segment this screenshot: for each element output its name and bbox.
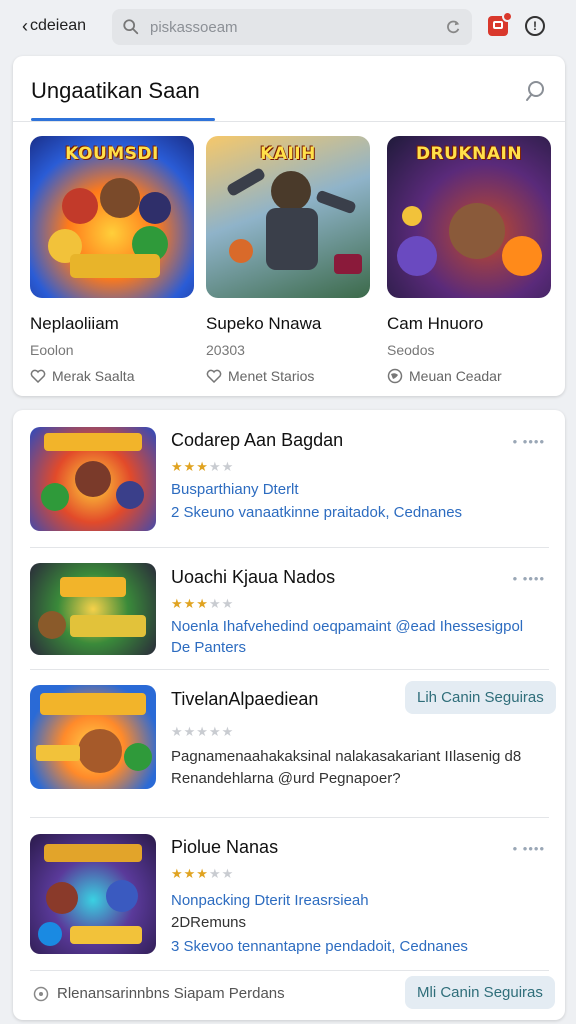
rating-stars: ★★★★★ — [171, 724, 235, 739]
back-label: cdeiean — [30, 17, 87, 34]
item-meta: Merak Saalta — [30, 368, 194, 384]
game-description: 3 Skevoo tennantapne pendadoit, Cednanes — [171, 938, 468, 955]
game-title: Piolue Nanas — [171, 837, 279, 857]
rating-stars: ★★★★★ — [171, 866, 235, 881]
game-info: 2DRemuns — [171, 914, 247, 931]
search-icon — [123, 19, 139, 35]
heart-icon — [30, 369, 46, 383]
game-developer: Busparthiany Dterlt — [171, 481, 299, 498]
game-thumbnail — [30, 834, 156, 954]
divider — [30, 547, 549, 548]
game-description: 2 Skeuno vanaatkinne praitadok, Cednanes — [171, 504, 463, 521]
featured-item[interactable]: KAIIH Supeko Nnawa 20303 Menet Starios — [206, 136, 370, 384]
item-meta: Meuan Ceadar — [387, 368, 551, 384]
meta-label: Merak Saalta — [52, 368, 135, 384]
featured-title: Ungaatikan Saan — [31, 78, 200, 103]
divider — [13, 121, 565, 122]
meta-label: Menet Starios — [228, 368, 315, 384]
game-list: Codarep Aan Bagdan ★★★★★ Busparthiany Dt… — [13, 410, 565, 1020]
search-icon[interactable] — [523, 78, 549, 104]
notification-icon[interactable] — [488, 11, 513, 36]
info-icon[interactable]: ! — [525, 16, 545, 36]
item-subtitle: Seodos — [387, 342, 435, 358]
art-label: KOUMSDI — [65, 144, 159, 164]
mail-icon — [493, 21, 503, 29]
game-artwork: KAIIH — [206, 136, 370, 298]
item-name: Neplaoliiam — [30, 314, 119, 333]
more-icon[interactable]: • •••• — [513, 434, 545, 449]
globe-icon — [387, 368, 403, 384]
search-placeholder: piskassoeam — [150, 18, 238, 36]
game-artwork: DRUKNAIN — [387, 136, 551, 298]
location-icon — [33, 986, 49, 1001]
search-input[interactable]: piskassoeam — [112, 9, 472, 45]
refresh-icon[interactable] — [444, 18, 462, 36]
game-thumbnail — [30, 427, 156, 531]
featured-card: Ungaatikan Saan KOUMSDI Neplaoliiam Eool… — [13, 56, 565, 396]
game-thumbnail — [30, 685, 156, 789]
item-subtitle: 20303 — [206, 342, 245, 358]
item-subtitle: Eoolon — [30, 342, 74, 358]
game-title: Uoachi Kjaua Nados — [171, 567, 336, 587]
meta-label: Meuan Ceadar — [409, 368, 502, 384]
notification-badge — [502, 11, 513, 22]
rating-stars: ★★★★★ — [171, 459, 235, 474]
game-developer: Renandehlarna @urd Pegnapoer? — [171, 770, 401, 787]
heart-icon — [206, 369, 222, 383]
item-name: Supeko Nnawa — [206, 314, 322, 333]
more-icon[interactable]: • •••• — [513, 841, 545, 856]
footer-info: Rlenansarinnbns Siapam Perdans — [33, 985, 285, 1002]
chevron-left-icon: ‹ — [22, 16, 28, 36]
game-description: Noenla Ihafvehedind oeqpamaint @ead Ihes… — [171, 618, 524, 635]
game-thumbnail — [30, 563, 156, 655]
game-title: Codarep Aan Bagdan — [171, 430, 344, 450]
game-description: Pagnamenaahakaksinal nalakasakariant IIl… — [171, 748, 522, 765]
game-developer: De Panters — [171, 639, 247, 656]
divider — [30, 817, 549, 818]
item-meta: Menet Starios — [206, 368, 370, 384]
follow-button[interactable]: Lih Canin Seguiras — [405, 681, 556, 714]
divider — [30, 970, 549, 971]
item-name: Cam Hnuoro — [387, 314, 484, 333]
game-artwork: KOUMSDI — [30, 136, 194, 298]
footer-text: Rlenansarinnbns Siapam Perdans — [57, 985, 285, 1002]
game-developer: Nonpacking Dterit Ireasrsieah — [171, 892, 369, 909]
rating-stars: ★★★★★ — [171, 596, 235, 611]
art-label: DRUKNAIN — [415, 144, 523, 164]
featured-item[interactable]: KOUMSDI Neplaoliiam Eoolon Merak Saalta — [30, 136, 194, 384]
divider — [30, 669, 549, 670]
art-label: KAIIH — [260, 144, 316, 164]
follow-button[interactable]: Mli Canin Seguiras — [405, 976, 555, 1009]
back-button[interactable]: ‹ cdeiean — [22, 17, 100, 35]
more-icon[interactable]: • •••• — [513, 571, 545, 586]
game-title: TivelanAlpaediean — [171, 689, 319, 709]
featured-item[interactable]: DRUKNAIN Cam Hnuoro Seodos Meuan Ceadar — [387, 136, 551, 384]
